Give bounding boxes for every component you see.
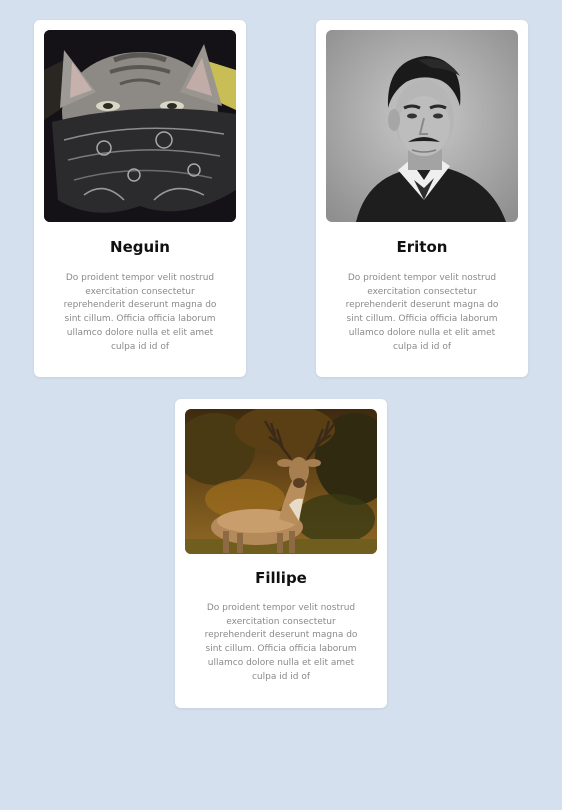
card-title: Fillipe bbox=[255, 569, 307, 587]
card-description: Do proident tempor velit nostrud exercit… bbox=[63, 273, 217, 352]
cat-bandana-photo bbox=[44, 30, 236, 222]
profile-card: Neguin Do proident tempor velit nostrud … bbox=[34, 20, 246, 377]
card-title: Eriton bbox=[396, 238, 448, 256]
deer-photo bbox=[185, 409, 377, 554]
card-title: Neguin bbox=[110, 238, 170, 256]
card-description: Do proident tempor velit nostrud exercit… bbox=[345, 273, 499, 352]
page: Neguin Do proident tempor velit nostrud … bbox=[0, 0, 562, 810]
card-description: Do proident tempor velit nostrud exercit… bbox=[204, 603, 358, 682]
portrait-photo bbox=[326, 30, 518, 222]
profile-card: Fillipe Do proident tempor velit nostrud… bbox=[175, 399, 387, 708]
profile-card: Eriton Do proident tempor velit nostrud … bbox=[316, 20, 528, 377]
